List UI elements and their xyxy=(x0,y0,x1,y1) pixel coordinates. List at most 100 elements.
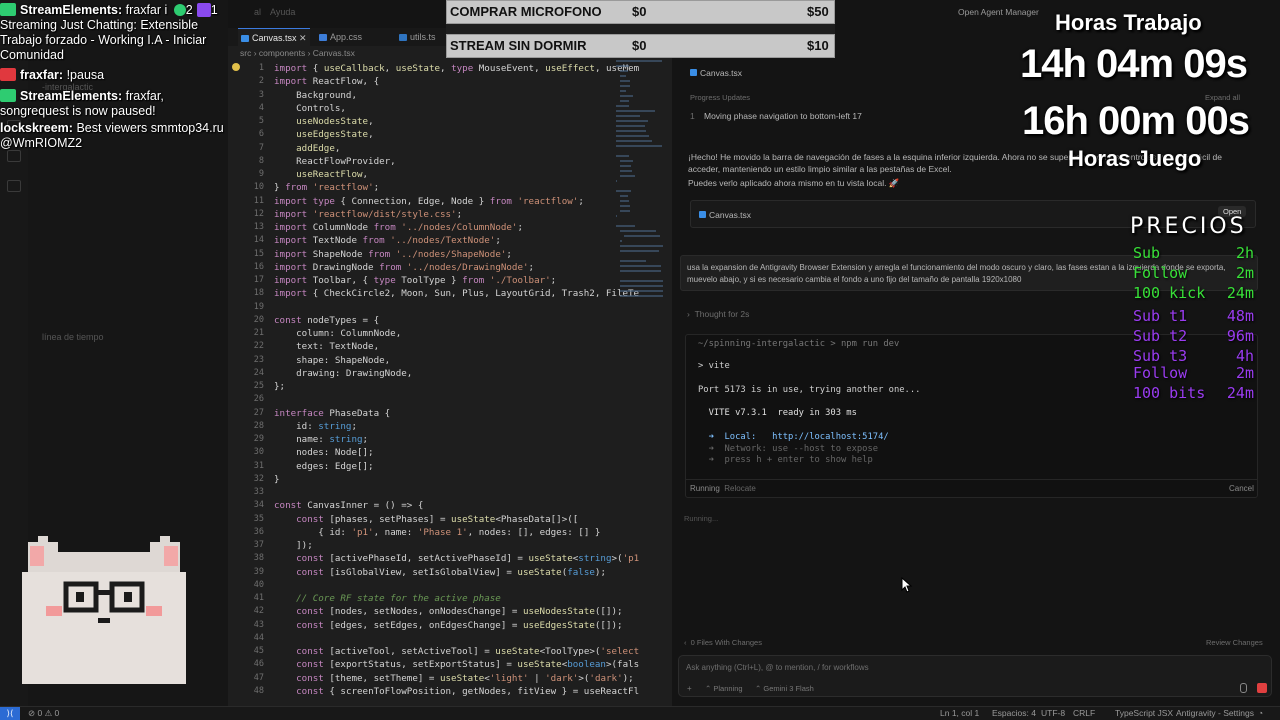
breadcrumb-item[interactable]: components xyxy=(259,48,305,58)
line-number: 46 xyxy=(253,659,264,670)
code-line: shape: ShapeNode, xyxy=(274,354,391,366)
line-number: 19 xyxy=(253,301,264,312)
stop-icon[interactable] xyxy=(1257,683,1267,693)
relocate-button[interactable]: Relocate xyxy=(724,484,756,493)
tab-canvas-tsx[interactable]: Canvas.tsx ✕ xyxy=(238,28,310,46)
code-line: const [activePhaseId, setActivePhaseId] … xyxy=(296,553,640,565)
css-file-icon xyxy=(319,34,327,41)
search-icon[interactable] xyxy=(7,150,21,162)
minimap-line xyxy=(616,130,647,132)
minimap-line xyxy=(620,195,628,197)
kick-icon xyxy=(173,4,186,16)
menu-al[interactable]: al xyxy=(254,7,261,17)
problems-indicator[interactable]: ⊘ 0 ⚠ 0 xyxy=(28,707,59,720)
minimap-line xyxy=(616,120,648,122)
tsx-file-icon xyxy=(690,69,697,76)
model-selector[interactable]: ⌃ Gemini 3 Flash xyxy=(755,684,814,693)
minimap-line xyxy=(616,145,663,147)
language-mode[interactable]: TypeScript JSX xyxy=(1115,707,1173,720)
timeline-label[interactable]: línea de tiempo xyxy=(42,332,104,342)
files-changed-label: 0 Files With Changes xyxy=(690,638,762,647)
minimap-line xyxy=(620,160,634,162)
close-icon[interactable]: ✕ xyxy=(299,33,307,43)
open-agent-manager-link[interactable]: Open Agent Manager xyxy=(958,7,1039,17)
chat-text: !pausa xyxy=(66,68,105,82)
bot-badge-icon xyxy=(0,89,16,102)
chat-message: Streaming Just Chatting: Extensible Trab… xyxy=(0,18,207,62)
terminal-line: VITE v7.3.1 ready in 303 ms xyxy=(698,408,857,419)
tab-label: utils.ts xyxy=(410,32,436,42)
chat-user: lockskreem: xyxy=(0,121,73,135)
line-number: 17 xyxy=(253,275,264,285)
chat-message: StreamElements: fraxfar, songrequest is … xyxy=(0,89,228,119)
minimap-line xyxy=(616,140,652,142)
minimap-line xyxy=(616,225,635,227)
code-line: const [isGlobalView, setIsGlobalView] = … xyxy=(296,566,606,578)
code-line: import TextNode from '../nodes/TextNode'… xyxy=(274,235,501,247)
code-line: useReactFlow, xyxy=(296,169,369,180)
line-number: 9 xyxy=(258,169,264,179)
line-number: 8 xyxy=(258,155,264,166)
files-changed[interactable]: ‹ 0 Files With Changes xyxy=(684,638,762,647)
code-line: const CanvasInner = () => { xyxy=(274,500,424,512)
code-line: addEdge, xyxy=(296,142,341,154)
mode-selector[interactable]: ⌃ Planning xyxy=(705,684,743,693)
minimap[interactable] xyxy=(616,60,668,310)
add-context-button[interactable]: + xyxy=(687,684,692,693)
pixel-cat-mascot xyxy=(22,536,186,684)
line-number: 12 xyxy=(253,208,264,219)
code-line: import { CheckCircle2, Moon, Sun, Plus, … xyxy=(274,288,640,300)
tsx-file-icon xyxy=(241,35,249,42)
chat-input-box[interactable]: Ask anything (Ctrl+L), @ to mention, / f… xyxy=(678,655,1272,697)
terminal-divider xyxy=(686,479,1257,480)
chat-input[interactable]: Ask anything (Ctrl+L), @ to mention, / f… xyxy=(686,663,869,672)
goal-label: STREAM SIN DORMIR xyxy=(450,38,587,53)
bell-icon[interactable]: ◔ xyxy=(1258,707,1263,720)
minimap-line xyxy=(616,180,618,182)
tab-app-css[interactable]: App.css xyxy=(316,28,386,46)
file-chip[interactable]: Canvas.tsx xyxy=(690,68,742,78)
line-number: 3 xyxy=(258,89,264,100)
price-value: 24m xyxy=(1226,284,1254,302)
minimap-line xyxy=(616,105,630,107)
line-number: 21 xyxy=(253,328,264,338)
price-value: 96m xyxy=(1226,327,1254,345)
breadcrumb-item[interactable]: src xyxy=(240,48,251,58)
code-line: drawing: DrawingNode, xyxy=(274,367,413,379)
line-number: 30 xyxy=(253,447,264,458)
encoding[interactable]: UTF-8 xyxy=(1041,707,1065,720)
terminal-status: Running Relocate xyxy=(690,484,756,493)
cursor-position[interactable]: Ln 1, col 1 xyxy=(940,707,979,720)
extensions-icon[interactable] xyxy=(7,180,21,192)
terminal-line: ➜ Local: http://localhost:5174/ xyxy=(698,431,889,442)
minimap-line xyxy=(620,170,632,172)
minimap-line xyxy=(620,70,628,72)
cancel-button[interactable]: Cancel xyxy=(1229,484,1254,493)
line-number: 36 xyxy=(253,526,264,537)
terminal-status-label: Running xyxy=(690,484,720,493)
price-value: 2h xyxy=(1235,244,1254,262)
price-value: 48m xyxy=(1226,307,1254,325)
lightbulb-icon[interactable] xyxy=(232,63,240,71)
remote-icon[interactable]: ⟩⟨ xyxy=(0,707,20,720)
code-line: import DrawingNode from '../nodes/Drawin… xyxy=(274,261,535,273)
broadcaster-badge-icon xyxy=(0,68,16,81)
microphone-icon[interactable] xyxy=(1240,683,1247,693)
minimap-line xyxy=(620,270,662,272)
line-number: 16 xyxy=(253,261,264,272)
menu-help[interactable]: Ayuda xyxy=(270,7,295,17)
line-number: 31 xyxy=(253,460,264,471)
settings-link[interactable]: Antigravity - Settings xyxy=(1176,707,1254,720)
line-number: 26 xyxy=(253,394,264,405)
line-endings[interactable]: CRLF xyxy=(1073,707,1095,720)
indent-setting[interactable]: Espacios: 4 xyxy=(992,707,1036,720)
review-changes-button[interactable]: Review Changes xyxy=(1206,638,1263,647)
tab-label: Canvas.tsx xyxy=(252,33,297,43)
thought-toggle[interactable]: › Thought for 2s xyxy=(687,309,749,319)
chat-text: fraxfar i xyxy=(125,3,168,17)
minimap-line xyxy=(620,95,633,97)
code-line: }; xyxy=(274,381,286,392)
code-line: useEdgesState, xyxy=(296,129,374,141)
code-line: import { useCallback, useState, type Mou… xyxy=(274,63,640,74)
breadcrumb-item[interactable]: Canvas.tsx xyxy=(313,48,355,58)
